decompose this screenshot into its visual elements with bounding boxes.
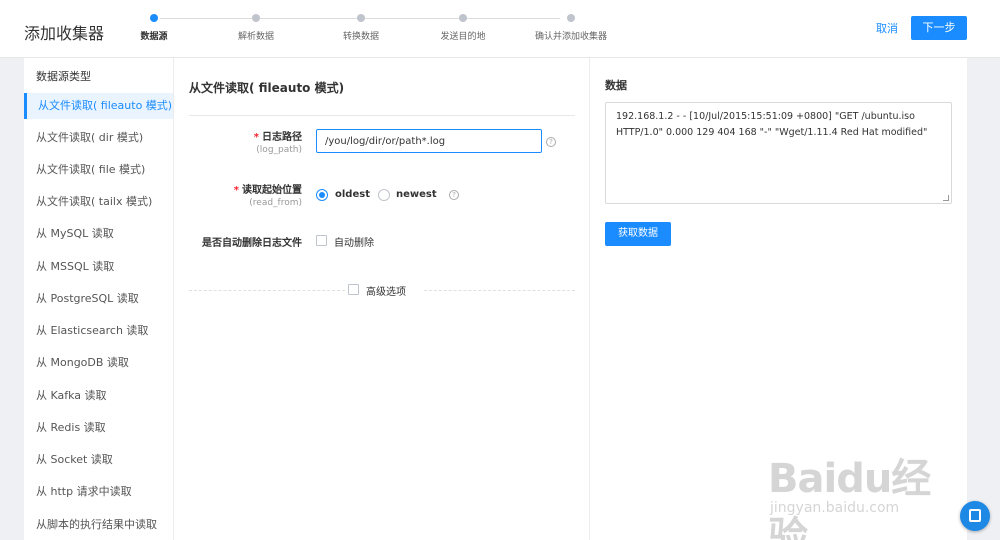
step-progress: 数据源 解析数据 转换数据 发送目的地 确认并添加收集器 xyxy=(130,14,610,48)
page-title: 添加收集器 xyxy=(24,24,105,43)
baidu-watermark: Baidu经验 jingyan.baidu.com xyxy=(746,430,956,540)
radio-newest-label: newest xyxy=(396,189,437,200)
data-title: 数据 xyxy=(605,79,627,92)
sidebar-item-redis[interactable]: 从 Redis 读取 xyxy=(24,415,173,441)
step-parse: 解析数据 xyxy=(211,14,301,42)
advanced-divider-left xyxy=(189,290,345,291)
title-divider xyxy=(189,115,575,116)
advanced-options-label: 高级选项 xyxy=(366,287,406,298)
sidebar-item-mssql[interactable]: 从 MSSQL 读取 xyxy=(24,254,173,280)
log-path-label: * 日志路径 xyxy=(253,132,302,143)
cancel-button[interactable]: 取消 xyxy=(876,20,898,36)
auto-delete-label: 是否自动删除日志文件 xyxy=(202,238,302,249)
sidebar-item-postgresql[interactable]: 从 PostgreSQL 读取 xyxy=(24,286,173,312)
sidebar-item-http[interactable]: 从 http 请求中读取 xyxy=(24,479,173,505)
sidebar-item-dir[interactable]: 从文件读取( dir 模式) xyxy=(24,125,173,151)
sidebar-item-file[interactable]: 从文件读取( file 模式) xyxy=(24,157,173,183)
step-transform: 转换数据 xyxy=(316,14,406,42)
step-destination: 发送目的地 xyxy=(418,14,508,42)
datasource-sidebar: 数据源类型 从文件读取( fileauto 模式) 从文件读取( dir 模式)… xyxy=(24,58,174,540)
sidebar-item-script[interactable]: 从脚本的执行结果中读取 xyxy=(24,512,173,538)
log-path-input[interactable] xyxy=(316,129,542,153)
watermark-brand: Baidu经验 xyxy=(768,456,931,540)
read-from-sublabel: (read_from) xyxy=(249,198,302,208)
log-path-sublabel: (log_path) xyxy=(256,145,302,155)
form-title: 从文件读取( fileauto 模式) xyxy=(189,81,345,95)
sidebar-title: 数据源类型 xyxy=(36,70,91,83)
floating-feedback-icon[interactable] xyxy=(960,501,990,531)
radio-oldest-label: oldest xyxy=(335,189,370,200)
read-from-label: * 读取起始位置 xyxy=(233,185,302,196)
config-form-panel: 从文件读取( fileauto 模式) *日志路径 (log_path) ? *… xyxy=(174,58,590,540)
sidebar-item-mongodb[interactable]: 从 MongoDB 读取 xyxy=(24,350,173,376)
advanced-options-checkbox[interactable] xyxy=(348,284,359,295)
next-step-button[interactable]: 下一步 xyxy=(911,16,967,40)
sidebar-item-kafka[interactable]: 从 Kafka 读取 xyxy=(24,383,173,409)
watermark-url: jingyan.baidu.com xyxy=(770,500,900,516)
step-datasource: 数据源 xyxy=(109,14,199,42)
fetch-data-button[interactable]: 获取数据 xyxy=(605,222,671,246)
log-path-help-icon[interactable]: ? xyxy=(546,137,556,147)
auto-delete-option-label: 自动删除 xyxy=(334,238,374,249)
read-from-help-icon[interactable]: ? xyxy=(449,190,459,200)
sidebar-item-tailx[interactable]: 从文件读取( tailx 模式) xyxy=(24,189,173,215)
radio-oldest[interactable] xyxy=(316,189,328,201)
sidebar-item-elasticsearch[interactable]: 从 Elasticsearch 读取 xyxy=(24,318,173,344)
resize-handle-icon[interactable] xyxy=(943,195,949,201)
sample-data-textarea[interactable]: 192.168.1.2 - - [10/Jul/2015:15:51:09 +0… xyxy=(605,102,952,204)
advanced-divider-right xyxy=(424,290,575,291)
sidebar-item-socket[interactable]: 从 Socket 读取 xyxy=(24,447,173,473)
header-bar: 添加收集器 数据源 解析数据 转换数据 发送目的地 确认并添加收集器 取消 下一… xyxy=(0,0,1000,58)
step-confirm: 确认并添加收集器 xyxy=(526,14,616,42)
sidebar-item-fileauto[interactable]: 从文件读取( fileauto 模式) xyxy=(24,93,173,119)
sidebar-item-mysql[interactable]: 从 MySQL 读取 xyxy=(24,221,173,247)
auto-delete-checkbox[interactable] xyxy=(316,235,327,246)
radio-newest[interactable] xyxy=(378,189,390,201)
